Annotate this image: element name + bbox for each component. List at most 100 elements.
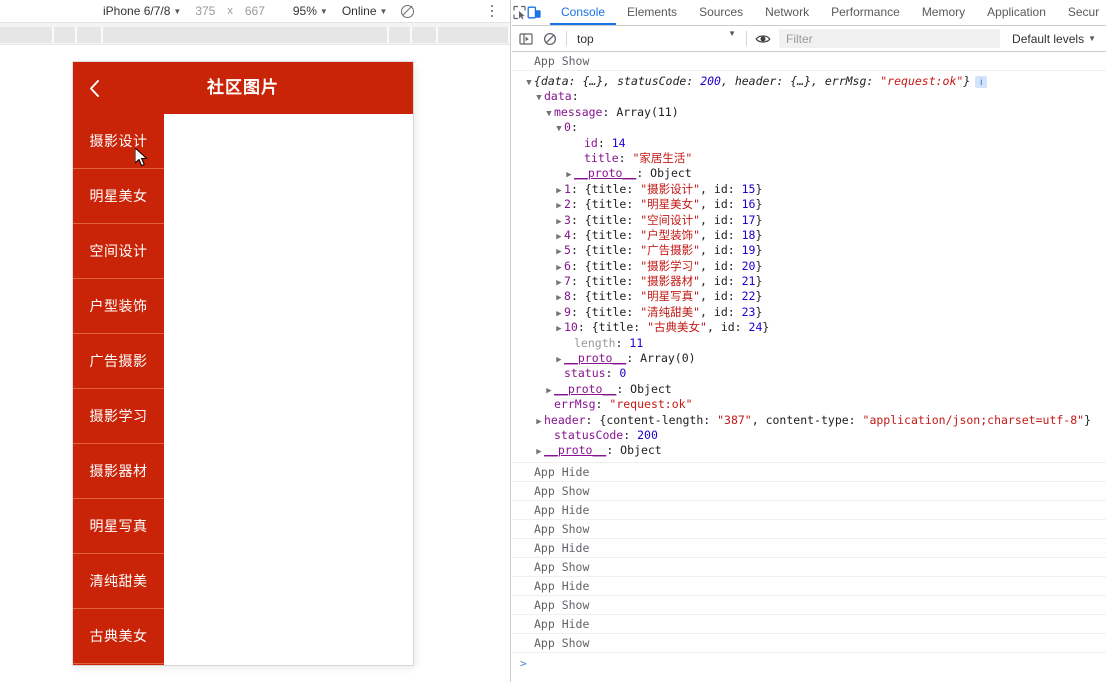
object-tree-row[interactable]: data:: [518, 89, 1106, 104]
object-tree-row[interactable]: 8: {title: "明星写真", id: 22}: [518, 289, 1106, 304]
viewport-width-input[interactable]: 375: [188, 2, 222, 21]
object-tree-row[interactable]: 6: {title: "摄影学习", id: 20}: [518, 259, 1106, 274]
content-pane: [164, 114, 413, 665]
device-selector[interactable]: iPhone 6/7/8 ▼: [96, 2, 188, 21]
object-tree-row[interactable]: 3: {title: "空间设计", id: 17}: [518, 213, 1106, 228]
chevron-right-icon[interactable]: [554, 199, 564, 214]
object-key: __proto__: [574, 166, 637, 181]
object-tree-row[interactable]: 7: {title: "摄影器材", id: 21}: [518, 274, 1106, 289]
console-message[interactable]: App Hide: [512, 539, 1106, 558]
console-message[interactable]: App Hide: [512, 615, 1106, 634]
tab-elements[interactable]: Elements: [616, 0, 688, 25]
filter-input[interactable]: Filter: [779, 29, 1001, 48]
sidebar-item-mingxing-xiezhen[interactable]: 明星写真: [73, 499, 164, 554]
info-badge[interactable]: i: [975, 75, 988, 88]
execution-context-selector[interactable]: top ▼: [571, 29, 742, 49]
tab-performance[interactable]: Performance: [820, 0, 911, 25]
object-tree[interactable]: data:message: Array(11)0:id: 14title: "家…: [518, 89, 1106, 458]
object-tree-row[interactable]: __proto__: Object: [518, 443, 1106, 458]
zoom-selector[interactable]: 95% ▼: [286, 2, 335, 21]
filterbar-divider: [746, 31, 747, 46]
object-tree-row[interactable]: message: Array(11): [518, 105, 1106, 120]
console-message[interactable]: App Hide: [512, 577, 1106, 596]
chevron-right-icon[interactable]: [534, 445, 544, 460]
chevron-down-icon[interactable]: [554, 122, 564, 137]
chevron-right-icon[interactable]: [534, 415, 544, 430]
object-tree-row[interactable]: 9: {title: "清纯甜美", id: 23}: [518, 305, 1106, 320]
object-tree-row[interactable]: title: "家居生活": [518, 151, 1106, 166]
category-sidebar[interactable]: 摄影设计 明星美女 空间设计 户型装饰 广告摄影 摄影学习 摄影器材 明星写真 …: [73, 114, 164, 665]
inspect-element-icon[interactable]: [512, 0, 527, 25]
object-tree-row[interactable]: 2: {title: "明星美女", id: 16}: [518, 197, 1106, 212]
object-tree-row[interactable]: __proto__: Array(0): [518, 351, 1106, 366]
console-message[interactable]: App Show: [512, 558, 1106, 577]
viewport-ruler[interactable]: [0, 23, 510, 45]
console-message[interactable]: App Show: [512, 634, 1106, 653]
item-title: "清纯甜美": [640, 304, 701, 319]
object-close: }: [755, 289, 763, 304]
kebab-menu-icon[interactable]: [484, 2, 500, 20]
object-summary-line[interactable]: {data: {…}, statusCode: 200, header: {…}…: [518, 74, 1106, 89]
object-tree-row[interactable]: 0:: [518, 120, 1106, 135]
object-tree-row[interactable]: status: 0: [518, 366, 1106, 381]
sidebar-item-sheying-xuexi[interactable]: 摄影学习: [73, 389, 164, 444]
object-tree-row[interactable]: id: 14: [518, 136, 1106, 151]
chevron-down-icon[interactable]: [524, 76, 534, 91]
object-tree-row[interactable]: header: {content-length: "387", content-…: [518, 413, 1106, 428]
no-throttling-icon[interactable]: [400, 4, 415, 19]
sidebar-item-mingxing-meinu[interactable]: 明星美女: [73, 169, 164, 224]
console-message[interactable]: App Show: [512, 520, 1106, 539]
tab-console[interactable]: Console: [550, 0, 617, 25]
tab-network[interactable]: Network: [754, 0, 820, 25]
console-output[interactable]: App Show {data: {…}, statusCode: 200, he…: [512, 52, 1106, 682]
object-tree-row[interactable]: 4: {title: "户型装饰", id: 18}: [518, 228, 1106, 243]
console-message[interactable]: App Hide: [512, 501, 1106, 520]
sidebar-item-sheying-qicai[interactable]: 摄影器材: [73, 444, 164, 499]
devtools-window: iPhone 6/7/8 ▼ 375 x 667 95% ▼ Online ▼: [0, 0, 1106, 682]
network-throttle-selector[interactable]: Online ▼: [335, 2, 395, 21]
phone-viewport[interactable]: 社区图片 摄影设计 明星美女 空间设计 户型装饰 广告摄影 摄影学习 摄影器材 …: [73, 62, 413, 665]
console-message[interactable]: App Hide: [512, 463, 1106, 482]
tab-memory[interactable]: Memory: [911, 0, 976, 25]
chevron-right-icon[interactable]: [554, 322, 564, 337]
tab-label: Network: [765, 4, 810, 19]
console-prompt[interactable]: >: [512, 653, 1106, 674]
console-object-message[interactable]: {data: {…}, statusCode: 200, header: {…}…: [512, 71, 1106, 463]
object-tree-row[interactable]: 10: {title: "古典美女", id: 24}: [518, 320, 1106, 335]
tab-security[interactable]: Secur: [1057, 0, 1106, 25]
sidebar-item-gudian-meinu[interactable]: 古典美女: [73, 609, 164, 664]
object-tree-row[interactable]: __proto__: Object: [518, 166, 1106, 181]
chevron-left-icon[interactable]: [73, 62, 115, 114]
key-separator: :: [570, 120, 578, 135]
console-message[interactable]: App Show: [512, 482, 1106, 501]
sidebar-item-sheying-sheji[interactable]: 摄影设计: [73, 114, 164, 169]
console-message[interactable]: App Show: [512, 596, 1106, 615]
console-sidebar-icon[interactable]: [514, 27, 538, 51]
chevron-down-icon[interactable]: [534, 91, 544, 106]
log-levels-selector[interactable]: Default levels ▼: [1004, 32, 1104, 46]
object-summary-suffix: }: [963, 74, 971, 88]
live-expression-icon[interactable]: [751, 27, 775, 51]
chevron-down-icon[interactable]: [544, 107, 554, 122]
console-filter-bar: top ▼ Filter Default levels ▼: [512, 26, 1106, 52]
sidebar-item-kongjian-sheji[interactable]: 空间设计: [73, 224, 164, 279]
object-close: }: [755, 212, 763, 227]
toggle-device-toolbar-icon[interactable]: [527, 0, 542, 25]
key-separator: :: [571, 89, 579, 104]
object-tree-row[interactable]: length: 11: [518, 336, 1106, 351]
tab-application[interactable]: Application: [976, 0, 1057, 25]
clear-console-icon[interactable]: [538, 27, 562, 51]
sidebar-item-huxing-zhuangshi[interactable]: 户型装饰: [73, 279, 164, 334]
sidebar-item-guanggao-sheying[interactable]: 广告摄影: [73, 334, 164, 389]
object-tree-row[interactable]: 1: {title: "摄影设计", id: 15}: [518, 182, 1106, 197]
console-message[interactable]: App Show: [512, 52, 1106, 71]
viewport-height-input[interactable]: 667: [238, 2, 272, 21]
id-label: , id:: [700, 258, 742, 273]
object-tree-row[interactable]: errMsg: "request:ok": [518, 397, 1106, 412]
object-tree-row[interactable]: statusCode: 200: [518, 428, 1106, 443]
object-tree-row[interactable]: 5: {title: "广告摄影", id: 19}: [518, 243, 1106, 258]
tab-sources[interactable]: Sources: [688, 0, 754, 25]
sidebar-item-qingchun-tianmei[interactable]: 清纯甜美: [73, 554, 164, 609]
object-tree-row[interactable]: __proto__: Object: [518, 382, 1106, 397]
sidebar-item-label: 明星美女: [89, 188, 148, 204]
